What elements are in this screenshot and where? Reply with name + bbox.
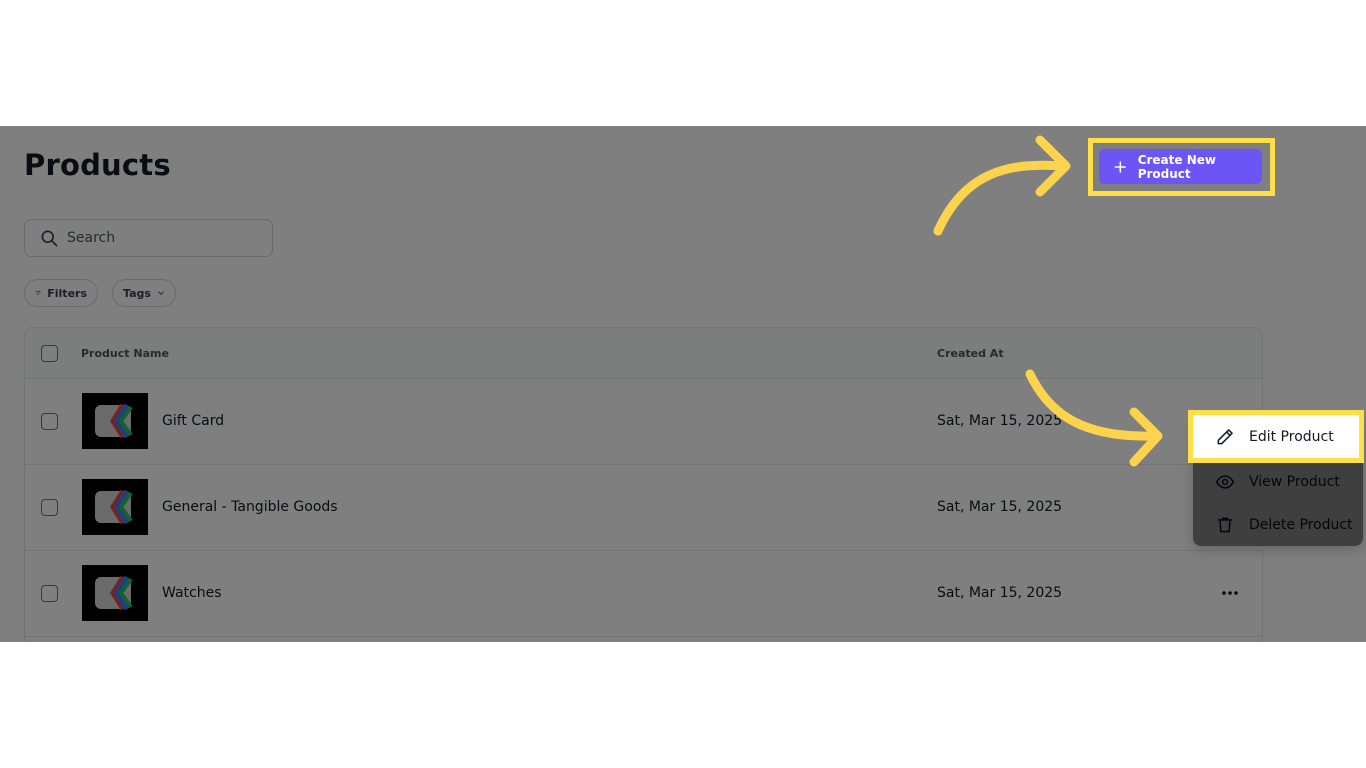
product-name[interactable]: Gift Card xyxy=(162,413,224,429)
table-row[interactable]: Watches Sat, Mar 15, 2025 xyxy=(25,551,1262,637)
menu-item-label: Delete Product xyxy=(1249,516,1353,533)
edit-product-highlight: Edit Product xyxy=(1188,410,1364,463)
filter-icon xyxy=(35,291,41,295)
plus-icon xyxy=(1114,160,1127,173)
product-name[interactable]: General - Tangible Goods xyxy=(162,499,338,515)
product-thumbnail xyxy=(82,393,148,449)
column-header-product-name: Product Name xyxy=(81,347,169,360)
row-checkbox[interactable] xyxy=(41,585,58,602)
row-checkbox[interactable] xyxy=(41,413,58,430)
create-button-highlight: Create New Product xyxy=(1088,138,1275,196)
product-logo-icon xyxy=(95,575,133,611)
create-button-label: Create New Product xyxy=(1137,152,1216,181)
row-checkbox[interactable] xyxy=(41,499,58,516)
table-header: Product Name Created At xyxy=(25,328,1262,379)
menu-item-delete-product[interactable]: Delete Product xyxy=(1193,503,1363,546)
created-at: Sat, Mar 15, 2025 xyxy=(937,413,1063,429)
column-header-created-at: Created At xyxy=(937,347,1004,360)
table-row[interactable]: Gift Card Sat, Mar 15, 2025 xyxy=(25,379,1262,465)
filters-label: Filters xyxy=(47,286,87,300)
product-logo-icon xyxy=(95,403,133,439)
filters-button[interactable]: Filters xyxy=(24,279,98,307)
tags-label: Tags xyxy=(123,286,151,300)
create-new-product-button[interactable]: Create New Product xyxy=(1099,149,1262,184)
search-input[interactable]: Search xyxy=(24,219,273,257)
chevron-down-icon xyxy=(158,291,164,295)
product-logo-icon xyxy=(95,489,133,525)
products-table: Product Name Created At Gift Card Sat, M… xyxy=(24,327,1263,642)
arrow-to-create-icon xyxy=(933,135,1071,236)
more-horizontal-icon xyxy=(1222,591,1238,595)
search-icon xyxy=(41,230,58,247)
tutorial-stage: Products Search Filters Tags Product Nam… xyxy=(0,0,1366,768)
created-at: Sat, Mar 15, 2025 xyxy=(937,499,1063,515)
menu-item-edit-product[interactable]: Edit Product xyxy=(1193,415,1359,458)
product-thumbnail xyxy=(82,565,148,621)
menu-item-label: Edit Product xyxy=(1249,428,1334,445)
page-title: Products xyxy=(24,148,171,182)
product-name[interactable]: Watches xyxy=(162,585,222,601)
select-all-checkbox[interactable] xyxy=(41,345,58,362)
product-thumbnail xyxy=(82,479,148,535)
trash-icon xyxy=(1217,517,1233,532)
row-actions-button[interactable] xyxy=(1218,581,1242,605)
menu-item-label: View Product xyxy=(1249,473,1340,490)
products-screen: Products Search Filters Tags Product Nam… xyxy=(0,126,1366,642)
pencil-icon xyxy=(1217,428,1233,444)
eye-icon xyxy=(1215,474,1235,489)
search-placeholder: Search xyxy=(67,230,116,246)
tags-dropdown[interactable]: Tags xyxy=(112,279,176,307)
table-row[interactable]: General - Tangible Goods Sat, Mar 15, 20… xyxy=(25,465,1262,551)
created-at: Sat, Mar 15, 2025 xyxy=(937,585,1063,601)
menu-item-view-product[interactable]: View Product xyxy=(1193,460,1363,503)
